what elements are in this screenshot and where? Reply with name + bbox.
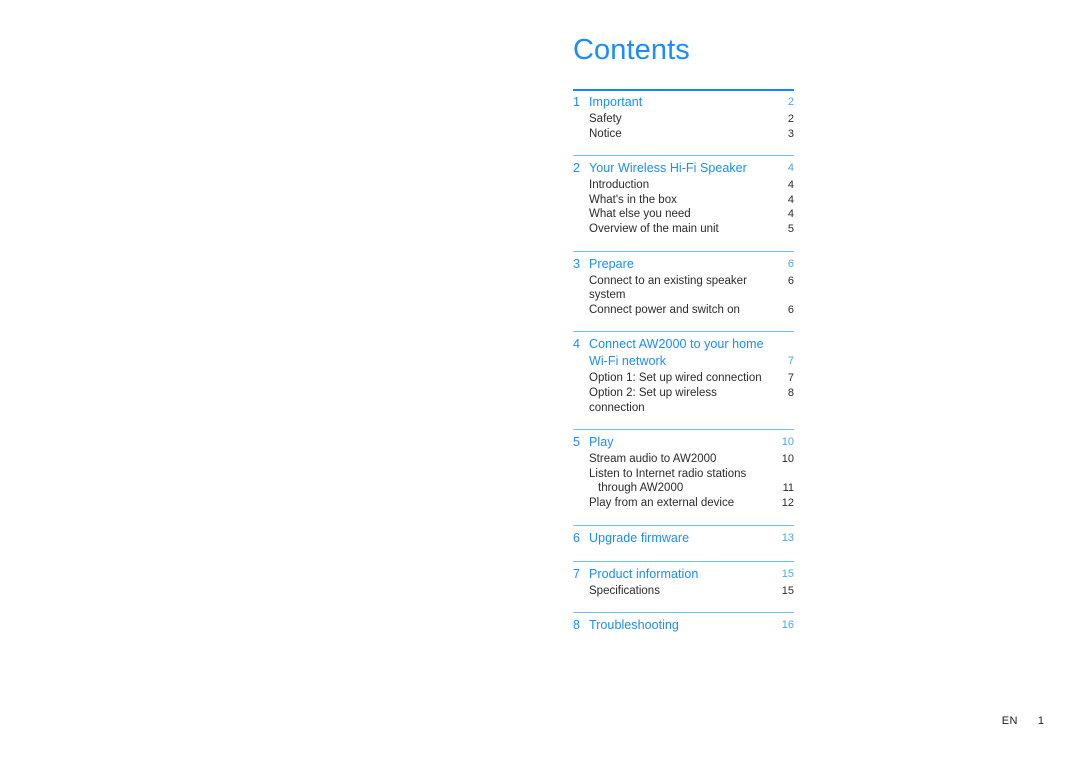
toc-entry[interactable]: Option 1: Set up wired connection 7: [573, 371, 794, 386]
entry-label: Connect to an existing speaker system: [589, 274, 747, 302]
entry-label: What's in the box: [589, 193, 677, 206]
chapter-title: Your Wireless Hi-Fi Speaker: [589, 161, 747, 176]
chapter-title: Prepare: [589, 256, 634, 271]
toc-entry[interactable]: Connect to an existing speaker system 6: [573, 274, 794, 303]
entry-label: Play from an external device: [589, 496, 735, 509]
toc-chapter-heading[interactable]: 6 Upgrade firmware 13: [573, 530, 794, 547]
toc-entry[interactable]: Notice 3: [573, 127, 794, 142]
entry-label: Safety: [589, 113, 622, 125]
chapter-page-number: 6: [787, 257, 794, 270]
toc-chapter: 2 Your Wireless Hi-Fi Speaker 4 Introductio…: [573, 155, 794, 236]
entry-page-number: 6: [787, 303, 794, 316]
document-page: Contents 1 Important 2 Safety 2 Notice 3 2 Your …: [0, 0, 1080, 763]
chapter-page-number: 2: [787, 96, 794, 108]
entry-label: Notice: [589, 127, 622, 140]
page-title: Contents: [573, 34, 690, 66]
toc-entry[interactable]: Connect power and switch on 6: [573, 303, 794, 318]
chapter-title-line-1: Connect AW2000 to your home: [589, 337, 764, 352]
entry-label: Listen to Internet radio stations: [589, 467, 747, 480]
entry-label: Introduction: [589, 179, 650, 192]
toc-entry[interactable]: Specifications 15: [573, 584, 794, 599]
toc-chapter-heading[interactable]: 2 Your Wireless Hi-Fi Speaker 4: [573, 160, 794, 177]
entry-label: Connect power and switch on: [589, 303, 740, 316]
toc-chapter-heading[interactable]: 3 Prepare 6: [573, 256, 794, 273]
entry-page-number: 2: [787, 113, 794, 125]
entry-page-number: 8: [787, 386, 794, 399]
toc-entry[interactable]: Overview of the main unit 5: [573, 222, 794, 237]
toc-chapter-heading[interactable]: 1 Important 2: [573, 94, 794, 111]
chapter-title: Connect AW2000 to your home Wi-Fi network: [589, 336, 772, 370]
toc-chapter-heading[interactable]: 8 Troubleshooting 16: [573, 617, 794, 634]
table-of-contents: Contents 1 Important 2 Safety 2 Notice 3 2 Your …: [573, 33, 794, 635]
chapter-page-number: 16: [781, 619, 794, 632]
toc-entry[interactable]: Play from an external device 12: [573, 496, 794, 511]
entry-page-number: 5: [787, 222, 794, 235]
toc-entry[interactable]: Introduction 4: [573, 178, 794, 193]
chapter-number: 4: [573, 337, 580, 352]
footer-language-code: EN: [1001, 715, 1018, 727]
toc-chapter-list: 1 Important 2 Safety 2 Notice 3 2 Your Wireless …: [573, 89, 794, 634]
entry-page-number: 7: [787, 372, 794, 385]
chapter-page-number: 7: [787, 355, 794, 368]
entry-page-number: 4: [787, 193, 794, 206]
entry-page-number: 11: [782, 482, 794, 495]
toc-chapter: 4 Connect AW2000 to your home Wi-Fi networ…: [573, 331, 794, 415]
chapter-page-number: 15: [781, 567, 794, 580]
entry-page-number: 4: [787, 179, 794, 192]
chapter-title: Product information: [589, 566, 699, 581]
entry-page-number: 12: [781, 496, 794, 509]
chapter-number: 6: [573, 530, 580, 545]
toc-chapter: 7 Product information 15 Specifications 15: [573, 560, 794, 599]
chapter-number: 1: [573, 95, 580, 109]
toc-chapter-heading[interactable]: 5 Play 10: [573, 434, 794, 451]
chapter-number: 2: [573, 161, 580, 176]
entry-label: Overview of the main unit: [589, 222, 719, 235]
toc-chapter: 1 Important 2 Safety 2 Notice 3: [573, 89, 794, 141]
toc-chapter: 6 Upgrade firmware 13: [573, 524, 794, 547]
toc-entry[interactable]: Stream audio to AW2000 10: [573, 452, 794, 467]
chapter-number: 7: [573, 566, 580, 581]
chapter-page-number: 10: [781, 436, 794, 449]
entry-label: Specifications: [589, 584, 660, 597]
chapter-title: Important: [589, 95, 643, 109]
chapter-page-number: 4: [787, 162, 794, 175]
toc-chapter: 8 Troubleshooting 16: [573, 612, 794, 634]
toc-chapter-heading[interactable]: 7 Product information 15: [573, 566, 794, 583]
entry-label: Stream audio to AW2000: [589, 453, 717, 466]
toc-chapter: 3 Prepare 6 Connect to an existing speaker …: [573, 250, 794, 318]
chapter-number: 8: [573, 618, 580, 633]
chapter-page-number: 13: [781, 531, 794, 544]
entry-page-number: 4: [787, 208, 794, 221]
chapter-title: Upgrade firmware: [589, 530, 690, 545]
toc-entry[interactable]: through AW2000 11: [573, 481, 794, 496]
toc-entry[interactable]: What's in the box 4: [573, 193, 794, 208]
entry-label: Option 2: Set up wireless connection: [589, 386, 717, 414]
toc-chapter: 5 Play 10 Stream audio to AW2000 10 Listen to…: [573, 429, 794, 510]
page-footer: EN 1: [1002, 715, 1044, 727]
entry-label: What else you need: [589, 208, 691, 221]
toc-chapter-heading[interactable]: 4 Connect AW2000 to your home Wi-Fi networ…: [573, 336, 794, 370]
entry-label: through AW2000: [598, 482, 684, 495]
toc-entry[interactable]: What else you need 4: [573, 207, 794, 222]
chapter-number: 5: [573, 435, 580, 450]
toc-entry[interactable]: Listen to Internet radio stations: [573, 467, 794, 482]
chapter-title: Play: [589, 435, 614, 450]
entry-page-number: 15: [781, 584, 794, 597]
footer-page-number: 1: [1037, 715, 1044, 727]
entry-page-number: 10: [781, 453, 794, 466]
chapter-title-line-2: Wi-Fi network: [589, 354, 667, 369]
toc-entry[interactable]: Option 2: Set up wireless connection 8: [573, 386, 794, 415]
chapter-title: Troubleshooting: [589, 618, 679, 633]
entry-page-number: 6: [787, 274, 794, 287]
entry-page-number: 3: [787, 127, 794, 140]
entry-label: Option 1: Set up wired connection: [589, 372, 762, 385]
chapter-number: 3: [573, 256, 580, 271]
toc-entry[interactable]: Safety 2: [573, 112, 794, 127]
